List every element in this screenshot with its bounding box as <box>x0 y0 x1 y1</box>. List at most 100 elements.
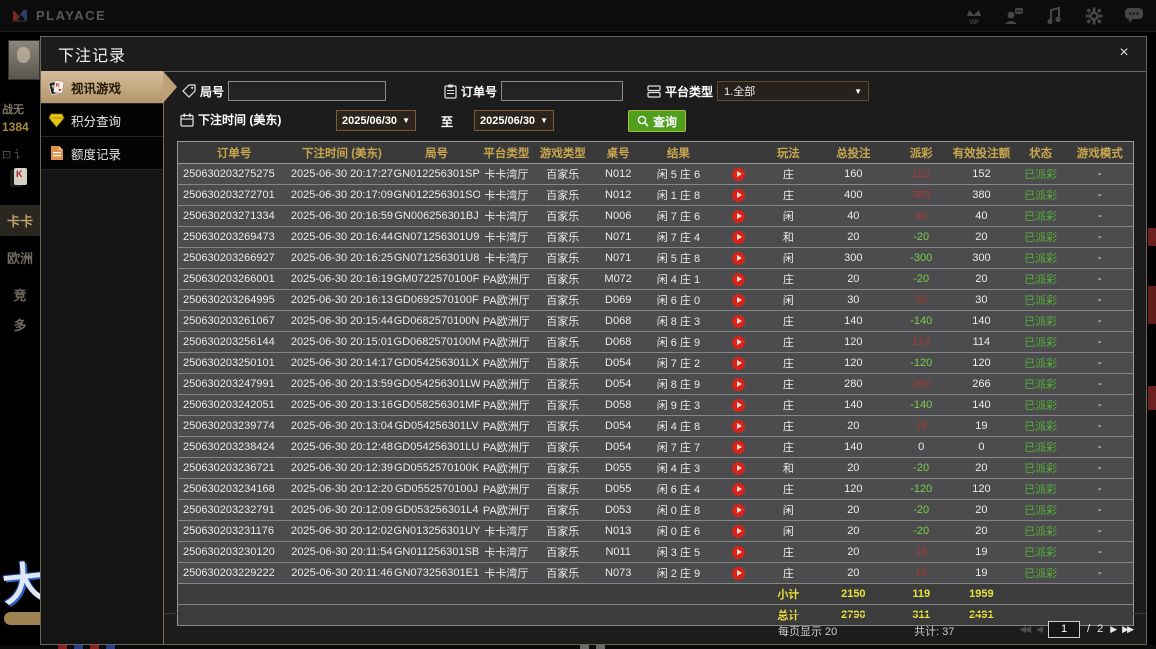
topbar-icons: VIP <box>964 6 1144 26</box>
cell-replay <box>712 415 765 437</box>
cell-replay <box>712 541 765 563</box>
search-icon <box>637 115 649 127</box>
replay-video-icon[interactable] <box>732 461 746 475</box>
order-input[interactable] <box>501 81 624 101</box>
cell-result: 闲 6 庄 9 <box>643 331 713 353</box>
next-page-icon[interactable]: ▶ <box>1110 624 1117 635</box>
cell-time: 2025-06-30 20:12:20 <box>290 478 394 500</box>
subtotal-row-cell: 2150 <box>812 583 895 605</box>
cell-play: 闲 <box>764 247 813 269</box>
bg-menu-item-1: 欧洲 <box>6 251 33 266</box>
cell-table_no: D055 <box>592 478 644 500</box>
cell-game: 百家乐 <box>533 415 593 437</box>
cell-play: 庄 <box>764 184 813 206</box>
cell-game: 百家乐 <box>533 205 593 227</box>
cell-status: 已派彩 <box>1014 478 1067 500</box>
tab-video-games[interactable]: 9 K ♥ 视讯游戏 <box>41 71 177 104</box>
replay-video-icon[interactable] <box>732 419 746 433</box>
replay-video-icon[interactable] <box>732 566 746 580</box>
playace-logo-icon <box>13 8 27 22</box>
cell-table_no: D053 <box>592 499 644 521</box>
date-to-value: 2025/06/30 <box>480 114 536 127</box>
cell-play: 闲 <box>764 499 813 521</box>
cell-replay <box>712 352 765 374</box>
table-row: 250630203238424 2025-06-30 20:12:48 GD0542… <box>177 436 1134 458</box>
tab-points-query[interactable]: 积分查询 <box>41 104 163 137</box>
replay-video-icon[interactable] <box>732 167 746 181</box>
table-row: 250630203266001 2025-06-30 20:16:19 GM0722… <box>177 268 1134 290</box>
tab-label: 额度记录 <box>71 147 122 162</box>
platform-select[interactable]: 1.全部 ▼ <box>717 81 870 101</box>
cell-game: 百家乐 <box>533 499 593 521</box>
cell-valid_bet: 266 <box>947 373 1015 395</box>
subtotal-row-cell: 小计 <box>764 583 813 605</box>
cell-replay <box>712 520 765 542</box>
cell-platform: PA欧洲厅 <box>479 394 534 416</box>
cell-replay <box>712 268 765 290</box>
replay-video-icon[interactable] <box>732 524 746 538</box>
cell-status: 已派彩 <box>1014 415 1067 437</box>
replay-video-icon[interactable] <box>732 335 746 349</box>
cell-result: 闲 2 庄 9 <box>643 562 713 584</box>
replay-video-icon[interactable] <box>732 293 746 307</box>
bg-fragment <box>1148 386 1156 410</box>
cell-result: 闲 5 庄 6 <box>643 163 713 185</box>
cell-time: 2025-06-30 20:12:09 <box>290 499 394 521</box>
column-header: 结果 <box>643 141 713 164</box>
replay-video-icon[interactable] <box>732 188 746 202</box>
tag-icon <box>182 84 196 98</box>
clipboard-icon <box>444 84 457 99</box>
replay-video-icon[interactable] <box>732 314 746 328</box>
cell-mode: - <box>1066 373 1134 395</box>
page-number-input[interactable] <box>1048 620 1081 638</box>
replay-video-icon[interactable] <box>732 230 746 244</box>
replay-video-icon[interactable] <box>732 398 746 412</box>
cell-table_no: N012 <box>592 184 644 206</box>
cell-order_no: 250630203242051 <box>177 394 291 416</box>
cell-replay <box>712 205 765 227</box>
replay-video-icon[interactable] <box>732 440 746 454</box>
cell-time: 2025-06-30 20:12:48 <box>290 436 394 458</box>
tab-label: 积分查询 <box>71 114 122 129</box>
cell-play: 闲 <box>764 289 813 311</box>
replay-video-icon[interactable] <box>732 545 746 559</box>
cell-total_bet: 140 <box>812 394 895 416</box>
round-input[interactable] <box>228 81 387 101</box>
cell-mode: - <box>1066 541 1134 563</box>
cell-valid_bet: 114 <box>947 331 1015 353</box>
date-to-picker[interactable]: 2025/06/30 ▼ <box>474 110 554 131</box>
search-button[interactable]: 查询 <box>628 110 686 132</box>
bg-chip <box>596 645 605 649</box>
cell-table_no: N071 <box>592 226 644 248</box>
cell-order_no: 250630203271334 <box>177 205 291 227</box>
cell-order_no: 250630203238424 <box>177 436 291 458</box>
cell-total_bet: 20 <box>812 268 895 290</box>
column-header: 桌号 <box>592 141 644 164</box>
date-from-picker[interactable]: 2025/06/30 ▼ <box>336 110 416 131</box>
cell-play: 庄 <box>764 562 813 584</box>
cell-table_no: D069 <box>592 289 644 311</box>
bet-records-dialog: 下注记录 × 9 K ♥ 视讯游戏 积分查询 额度记录 局号 订单号 平台类型 … <box>40 36 1147 645</box>
replay-video-icon[interactable] <box>732 356 746 370</box>
table-row: 250630203266927 2025-06-30 20:16:25 GN0712… <box>177 247 1134 269</box>
replay-video-icon[interactable] <box>732 251 746 265</box>
cell-valid_bet: 20 <box>947 457 1015 479</box>
replay-video-icon[interactable] <box>732 272 746 286</box>
tab-quota-records[interactable]: 额度记录 <box>41 137 163 170</box>
replay-video-icon[interactable] <box>732 482 746 496</box>
replay-video-icon[interactable] <box>732 209 746 223</box>
replay-video-icon[interactable] <box>732 377 746 391</box>
cell-round_no: GN071256301U9 <box>393 226 480 248</box>
subtotal-row: 小计 2150 119 1959 <box>177 583 1134 605</box>
table-row: 250630203272701 2025-06-30 20:17:09 GN0122… <box>177 184 1134 206</box>
cell-play: 和 <box>764 226 813 248</box>
cell-valid_bet: 120 <box>947 478 1015 500</box>
cell-valid_bet: 140 <box>947 310 1015 332</box>
cell-platform: 卡卡湾厅 <box>479 205 534 227</box>
cell-result: 闲 7 庄 7 <box>643 436 713 458</box>
close-icon[interactable]: × <box>1114 43 1134 63</box>
cell-time: 2025-06-30 20:12:39 <box>290 457 394 479</box>
table-row: 250630203242051 2025-06-30 20:13:16 GD0582… <box>177 394 1134 416</box>
last-page-icon[interactable]: ▶▶ <box>1122 624 1134 635</box>
replay-video-icon[interactable] <box>732 503 746 517</box>
